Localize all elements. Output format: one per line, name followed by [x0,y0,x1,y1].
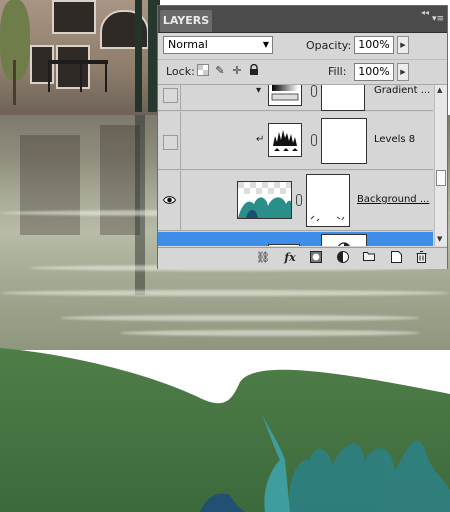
opacity-field[interactable]: 100% [354,36,394,54]
underwater-area [0,348,450,512]
layer-mask-thumb[interactable] [321,85,365,111]
layers-panel: LAYERS ◂◂ ▾≡ Normal ▼ Opacity: 100% ▶ Lo… [157,5,448,269]
lock-all-icon[interactable] [247,63,261,78]
blend-opacity-row: Normal ▼ Opacity: 100% ▶ [158,33,447,60]
blend-mode-value: Normal [168,38,208,51]
clip-arrow-icon: ▾ [256,85,262,96]
scroll-thumb[interactable] [436,170,446,186]
street-building [0,0,160,115]
adjustment-icon [268,244,300,246]
coral-image-thumb[interactable] [237,181,292,219]
fill-label: Fill: [328,65,347,78]
layer-list-scrollbar[interactable]: ▲ ▼ [434,85,447,246]
layer-row-gradient[interactable]: ▾ Gradient ... [158,85,433,111]
layer-row-selected[interactable] [158,232,433,246]
fx-icon[interactable]: fx [283,251,297,265]
blend-mode-select[interactable]: Normal ▼ [163,36,273,54]
layer-mask-thumb[interactable] [321,234,367,246]
new-layer-icon[interactable] [389,251,403,265]
tab-layers[interactable]: LAYERS [160,10,212,32]
link-icon[interactable] [311,134,317,146]
lock-label: Lock: [166,65,195,78]
opacity-label: Opacity: [306,39,352,52]
lock-transparent-icon[interactable] [196,64,210,78]
layer-list: ▾ Gradient ... ↵ Levels 8 Background ... [158,85,433,246]
layer-row-background[interactable]: Background ... [158,171,433,231]
clip-arrow-icon: ↵ [256,134,265,145]
layer-mask-thumb[interactable] [306,174,350,227]
layer-name[interactable]: Background ... [357,194,429,205]
link-layers-icon[interactable]: ⛓ [256,251,270,265]
fill-field[interactable]: 100% [354,63,394,81]
link-icon[interactable] [311,85,317,97]
layer-mask-thumb[interactable] [321,118,367,164]
fill-slider-toggle-icon[interactable]: ▶ [397,63,409,81]
panel-menu-icon[interactable]: ▾≡ [432,14,444,24]
levels-histogram-icon [268,123,302,157]
layers-footer: ⛓ fx [158,247,447,269]
visibility-toggle[interactable] [158,112,181,169]
lock-position-icon[interactable]: ✛ [230,64,244,78]
panel-tab-bar: LAYERS ◂◂ ▾≡ [158,6,447,33]
layer-name[interactable]: Levels 8 [374,134,415,145]
scroll-down-icon[interactable]: ▼ [437,235,442,243]
layer-row-levels[interactable]: ↵ Levels 8 [158,112,433,170]
delete-layer-icon[interactable] [414,251,428,265]
visibility-toggle[interactable] [158,85,181,110]
collapse-icon[interactable]: ◂◂ [421,8,429,17]
new-group-icon[interactable] [362,251,376,265]
adjustment-layer-icon[interactable] [336,251,350,265]
scroll-up-icon[interactable]: ▲ [437,86,442,94]
gradient-map-icon [268,85,302,106]
lock-fill-row: Lock: ✎ ✛ Fill: 100% ▶ [158,60,447,85]
lock-image-icon[interactable]: ✎ [213,64,227,78]
layer-name[interactable]: Gradient ... [374,85,430,96]
eye-icon [163,196,176,204]
add-mask-icon[interactable] [309,251,323,265]
link-icon[interactable] [296,194,302,206]
chevron-down-icon: ▼ [262,40,269,49]
opacity-slider-toggle-icon[interactable]: ▶ [397,36,409,54]
visibility-toggle[interactable] [158,171,181,230]
